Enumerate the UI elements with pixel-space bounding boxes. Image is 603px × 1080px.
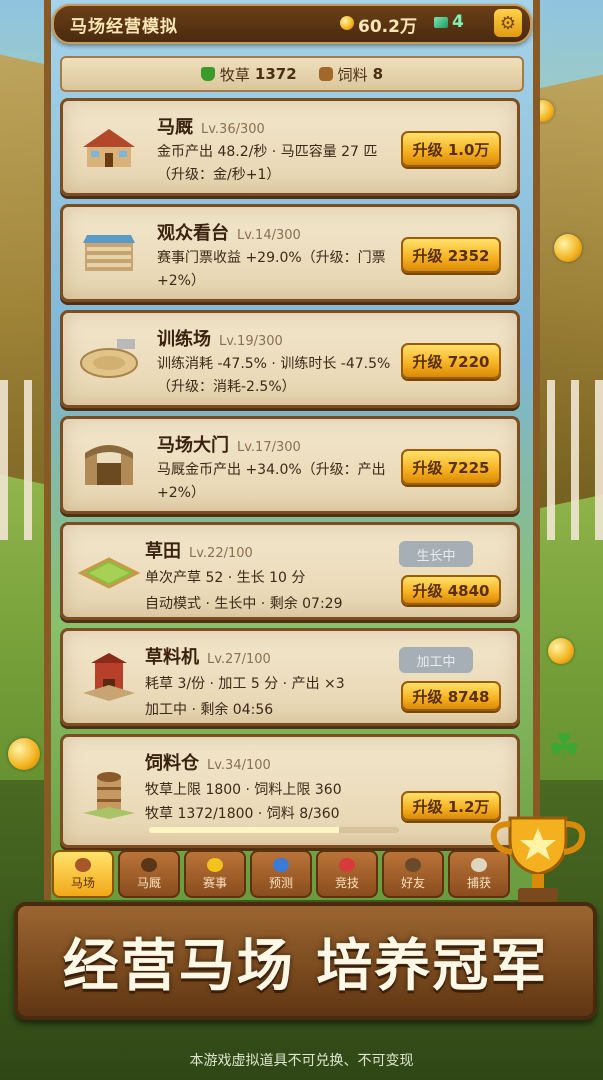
building-level: Lv.34/100 xyxy=(207,758,271,773)
processing-status-badge: 加工中 xyxy=(399,647,473,673)
building-card-gate: 马场大门 Lv.17/300 马厩金币产出 +34.0%（升级：产出+2%） 升级… xyxy=(60,416,520,514)
coin-decoration-icon xyxy=(8,738,40,770)
coin-decoration-icon xyxy=(554,234,582,262)
feed-bag-icon xyxy=(318,67,333,81)
banner-slogan: 经营马场 培养冠军 xyxy=(62,933,549,999)
upgrade-gate-button[interactable]: 升级 7225 xyxy=(401,449,501,485)
building-name: 马厩 Lv.36/300 xyxy=(157,117,265,138)
building-card-grandstand: 观众看台 Lv.14/300 赛事门票收益 +29.0%（升级：门票+2%） 升级… xyxy=(60,204,520,302)
upgrade-grass-field-button[interactable]: 升级 4840 xyxy=(401,575,501,605)
gem-count: 4 xyxy=(452,12,464,32)
building-level: Lv.22/100 xyxy=(189,546,253,561)
game-title: 马场经营模拟 xyxy=(70,17,178,37)
building-card-training-ground: 训练场 Lv.19/300 训练消耗 -47.5% · 训练时长 -47.5%（升… xyxy=(60,310,520,408)
training-ground-icon xyxy=(80,339,138,378)
tab-stable[interactable]: 马厩 xyxy=(118,850,180,898)
resource-bar: 牧草 1372 饲料 8 xyxy=(60,56,524,92)
building-card-stable: 马厩 Lv.36/300 金币产出 48.2/秒 · 马匹容量 27 匹（升级：金… xyxy=(60,98,520,196)
horse-icon xyxy=(141,857,157,872)
building-description: 训练消耗 -47.5% · 训练时长 -47.5%（升级：消耗-2.5%） xyxy=(157,356,391,395)
ranch-icon xyxy=(75,857,91,872)
building-name: 训练场 Lv.19/300 xyxy=(157,329,283,350)
feed-silo-icon xyxy=(83,772,135,819)
grass-value: 1372 xyxy=(254,65,297,83)
building-description: 赛事门票收益 +29.0%（升级：门票+2%） xyxy=(157,250,386,289)
coin-count: 60.2万 xyxy=(358,17,417,37)
stable-building-icon xyxy=(83,129,135,167)
grass-field-icon xyxy=(77,557,141,589)
feed-value: 8 xyxy=(372,65,384,83)
building-name: 草田 Lv.22/100 xyxy=(145,541,253,562)
grass-icon xyxy=(200,67,215,81)
building-level: Lv.36/300 xyxy=(201,122,265,137)
bottom-tab-bar: 马场 马厩 赛事 预测 竞技 好友 捕获 xyxy=(52,850,528,900)
storage-progress-bar xyxy=(149,827,399,833)
building-level: Lv.19/300 xyxy=(219,334,283,349)
lasso-icon xyxy=(471,857,487,872)
building-description: 金币产出 48.2/秒 · 马匹容量 27 匹（升级：金/秒+1） xyxy=(157,144,378,183)
upgrade-training-button[interactable]: 升级 7220 xyxy=(401,343,501,379)
promo-banner: 经营马场 培养冠军 xyxy=(14,902,597,1020)
tab-events[interactable]: 赛事 xyxy=(184,850,246,898)
building-stats: 耗草 3/份 · 加工 5 分 · 产出 ×3 xyxy=(145,676,345,692)
building-status-line: 自动模式 · 生长中 · 剩余 07:29 xyxy=(145,596,343,612)
top-bar: 马场经营模拟 60.2万 4 ⚙ xyxy=(52,4,532,44)
building-status-line: 加工中 · 剩余 04:56 xyxy=(145,702,274,718)
crystal-ball-icon xyxy=(273,857,289,872)
trophy-icon xyxy=(207,857,223,872)
storage-usage: 牧草 1372/1800 · 饲料 8/360 xyxy=(145,806,340,822)
grass-label: 牧草 xyxy=(219,65,250,84)
grandstand-building-icon xyxy=(83,235,135,271)
tab-predict[interactable]: 预测 xyxy=(250,850,312,898)
crossed-swords-icon xyxy=(339,857,355,872)
growing-status-badge: 生长中 xyxy=(399,541,473,567)
gate-building-icon xyxy=(85,445,133,485)
upgrade-fodder-machine-button[interactable]: 升级 8748 xyxy=(401,681,501,711)
building-name: 草料机 Lv.27/100 xyxy=(145,647,271,668)
coin-decoration-icon xyxy=(548,638,574,664)
feed-label: 饲料 xyxy=(337,65,368,84)
cash-icon xyxy=(434,17,448,28)
building-stats: 牧草上限 1800 · 饲料上限 360 xyxy=(145,782,342,798)
tab-arena[interactable]: 竞技 xyxy=(316,850,378,898)
upgrade-stable-button[interactable]: 升级 1.0万 xyxy=(401,131,501,167)
settings-gear-icon[interactable]: ⚙ xyxy=(494,9,522,37)
tab-ranch[interactable]: 马场 xyxy=(52,850,114,898)
building-name: 马场大门 Lv.17/300 xyxy=(157,435,301,456)
disclaimer-text: 本游戏虚拟道具不可兑换、不可变现 xyxy=(189,1053,414,1069)
building-name: 观众看台 Lv.14/300 xyxy=(157,223,301,244)
building-level: Lv.17/300 xyxy=(237,440,301,455)
upgrade-grandstand-button[interactable]: 升级 2352 xyxy=(401,237,501,273)
building-level: Lv.14/300 xyxy=(237,228,301,243)
building-name: 饲料仓 Lv.34/100 xyxy=(145,753,271,774)
building-stats: 单次产草 52 · 生长 10 分 xyxy=(145,570,306,586)
building-card-grass-field: 草田 Lv.22/100 单次产草 52 · 生长 10 分 自动模式 · 生长中… xyxy=(60,522,520,620)
building-description: 马厩金币产出 +34.0%（升级：产出+2%） xyxy=(157,462,386,501)
building-card-feed-silo: 饲料仓 Lv.34/100 牧草上限 1800 · 饲料上限 360 牧草 137… xyxy=(60,734,520,848)
storage-progress-fill xyxy=(149,827,339,833)
grass-resource: 牧草 1372 xyxy=(200,64,297,85)
friends-icon xyxy=(405,857,421,872)
building-card-fodder-machine: 草料机 Lv.27/100 耗草 3/份 · 加工 5 分 · 产出 ×3 加工中… xyxy=(60,628,520,726)
building-level: Lv.27/100 xyxy=(207,652,271,667)
clover-icon: ☘ xyxy=(548,727,581,768)
coin-icon xyxy=(340,16,354,30)
trophy-icon xyxy=(490,816,586,902)
upgrade-feed-silo-button[interactable]: 升级 1.2万 xyxy=(401,791,501,821)
fodder-machine-icon xyxy=(83,653,135,701)
tab-friends[interactable]: 好友 xyxy=(382,850,444,898)
feed-resource: 饲料 8 xyxy=(318,64,384,85)
